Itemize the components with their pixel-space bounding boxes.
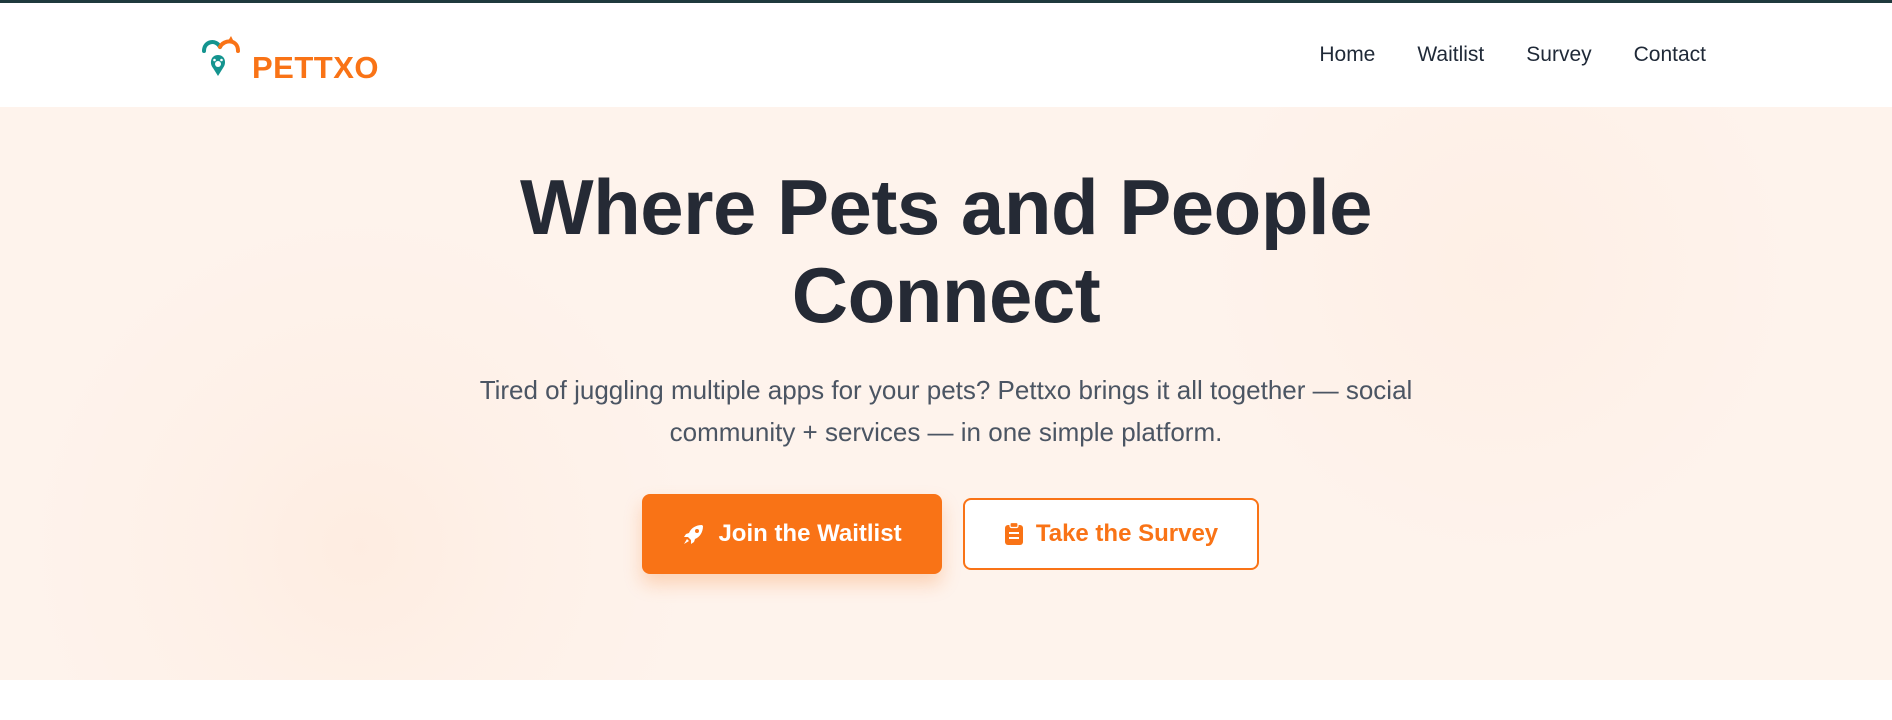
clipboard-icon <box>1004 522 1023 545</box>
hero-subtitle: Tired of juggling multiple apps for your… <box>440 369 1452 453</box>
site-header: PETTXO Home Waitlist Survey Contact <box>0 3 1892 107</box>
nav-survey[interactable]: Survey <box>1526 43 1591 67</box>
hero-title: Where Pets and People Connect <box>0 163 1892 339</box>
brand-name: PETTXO <box>252 50 380 85</box>
hero-title-line-1: Where Pets and People <box>519 163 1373 251</box>
nav-waitlist[interactable]: Waitlist <box>1417 43 1484 67</box>
hero-title-line-2: Connect <box>791 251 1101 339</box>
page-body-start <box>0 680 1892 720</box>
hero-subtitle-line-2: community + services — in one simple pla… <box>669 417 1223 447</box>
hero-subtitle-line-1: Tired of juggling multiple apps for your… <box>479 375 1413 405</box>
join-waitlist-label: Join the Waitlist <box>718 520 902 547</box>
nav-contact[interactable]: Contact <box>1634 43 1706 67</box>
join-waitlist-button[interactable]: Join the Waitlist <box>642 494 942 574</box>
pet-heart-logo-icon <box>202 36 240 76</box>
take-survey-label: Take the Survey <box>1035 520 1219 547</box>
nav-home[interactable]: Home <box>1319 43 1375 67</box>
logo[interactable]: PETTXO <box>198 31 379 85</box>
main-nav: Home Waitlist Survey Contact <box>1319 43 1706 67</box>
rocket-icon <box>684 525 704 544</box>
hero-section: Where Pets and People Connect Tired of j… <box>0 107 1892 680</box>
take-survey-button[interactable]: Take the Survey <box>963 498 1259 570</box>
